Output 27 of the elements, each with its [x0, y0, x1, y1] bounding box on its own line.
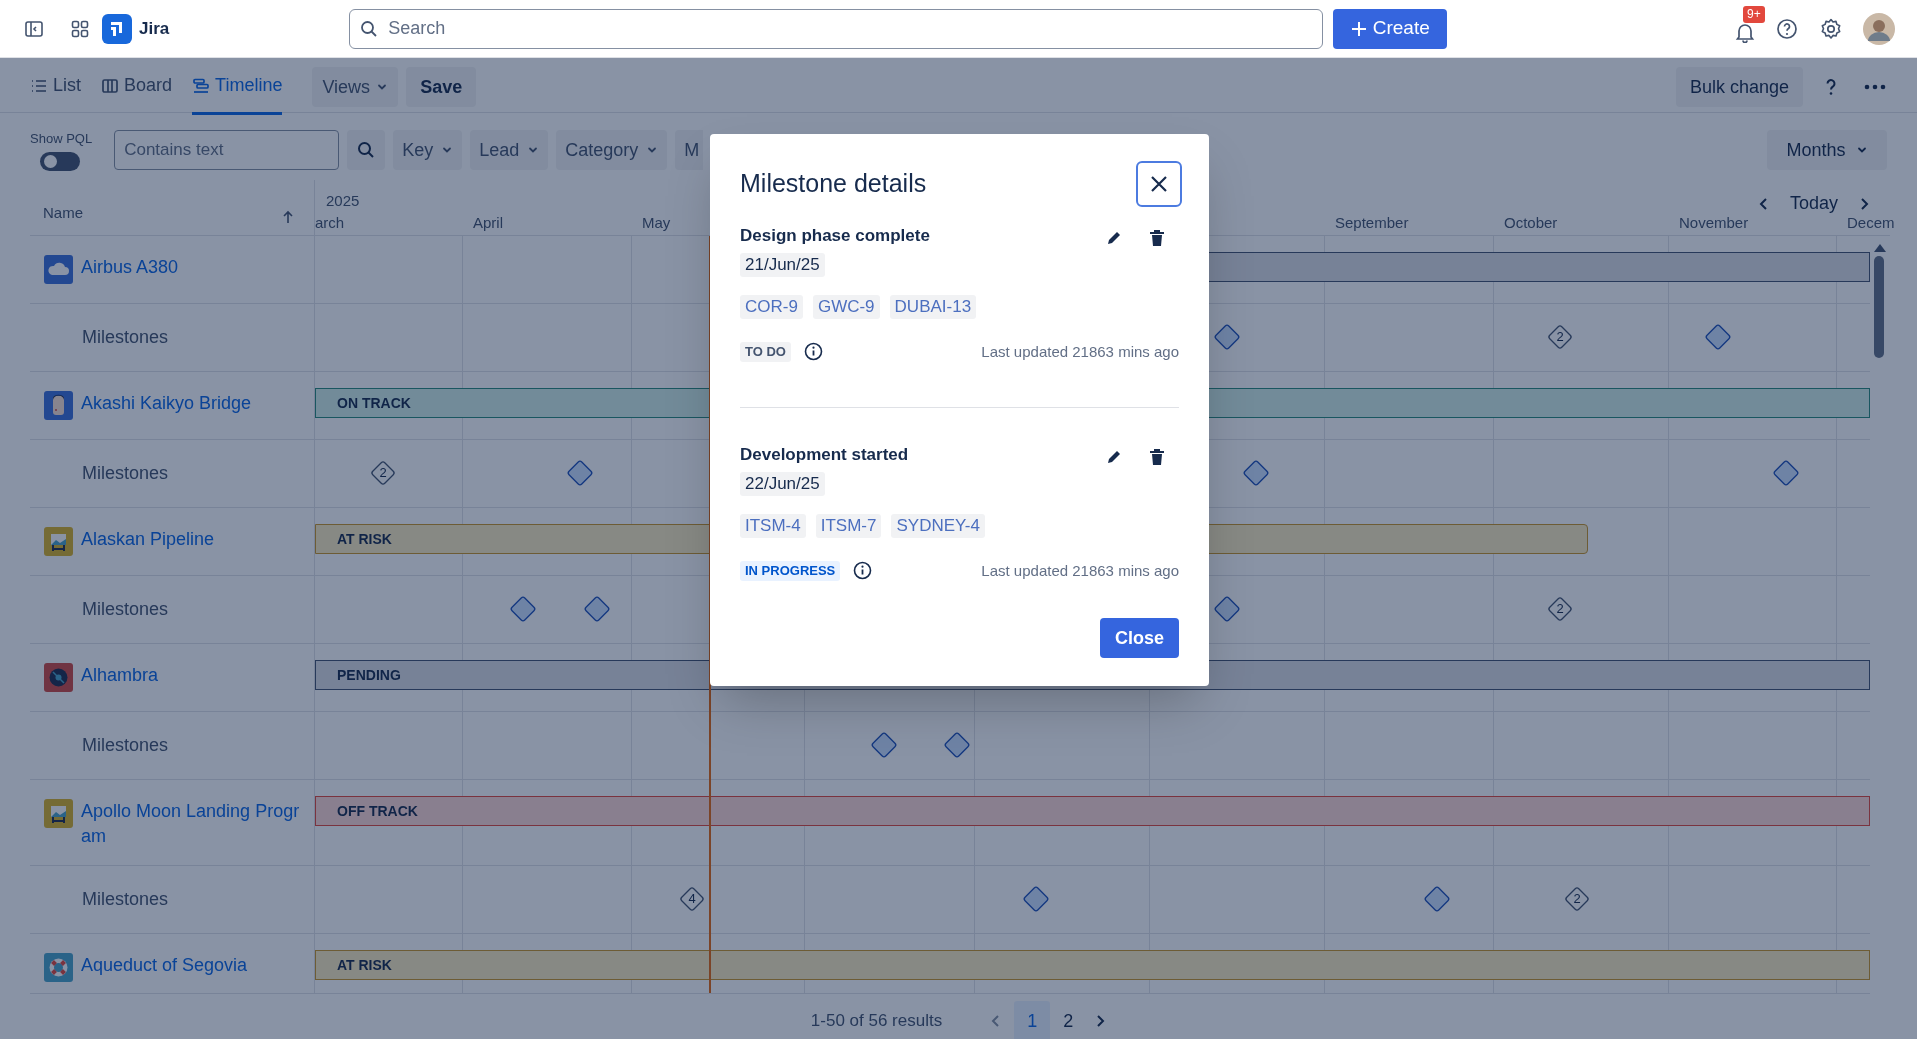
notification-badge: 9+: [1743, 5, 1765, 23]
year-label: 2025: [326, 191, 360, 211]
month-label: September: [1335, 212, 1409, 233]
milestones-label: Milestones: [82, 325, 169, 349]
month-label: April: [473, 212, 503, 233]
milestones-label: Milestones: [82, 887, 169, 911]
product-name: Jira: [139, 17, 170, 40]
milestones-label: Milestones: [82, 733, 169, 757]
results-count: 1-50 of 56 results: [810, 1010, 943, 1033]
last-updated-text: Last updated 21863 mins ago: [981, 560, 1179, 581]
status-lozenge: IN PROGRESS: [740, 560, 841, 581]
month-label: November: [1679, 212, 1749, 233]
milestones-label: Milestones: [82, 597, 169, 621]
milestone-title: Development started: [740, 444, 909, 466]
milestones-label: Milestones: [82, 461, 169, 485]
status-lozenge: TO DO: [740, 341, 791, 362]
column-header: Name: [43, 202, 83, 223]
show-pql-label: Show PQL: [30, 129, 93, 148]
milestone-title: Design phase complete: [740, 225, 930, 247]
last-updated-text: Last updated 21863 mins ago: [981, 341, 1179, 362]
month-label: May: [642, 212, 671, 233]
month-label: October: [1504, 212, 1558, 233]
month-label: arch: [315, 212, 345, 233]
date-tag: 21/Jun/25: [740, 252, 825, 277]
month-label: Decem: [1847, 212, 1895, 233]
date-tag: 22/Jun/25: [740, 471, 825, 496]
dialog-title: Milestone details: [740, 168, 927, 200]
